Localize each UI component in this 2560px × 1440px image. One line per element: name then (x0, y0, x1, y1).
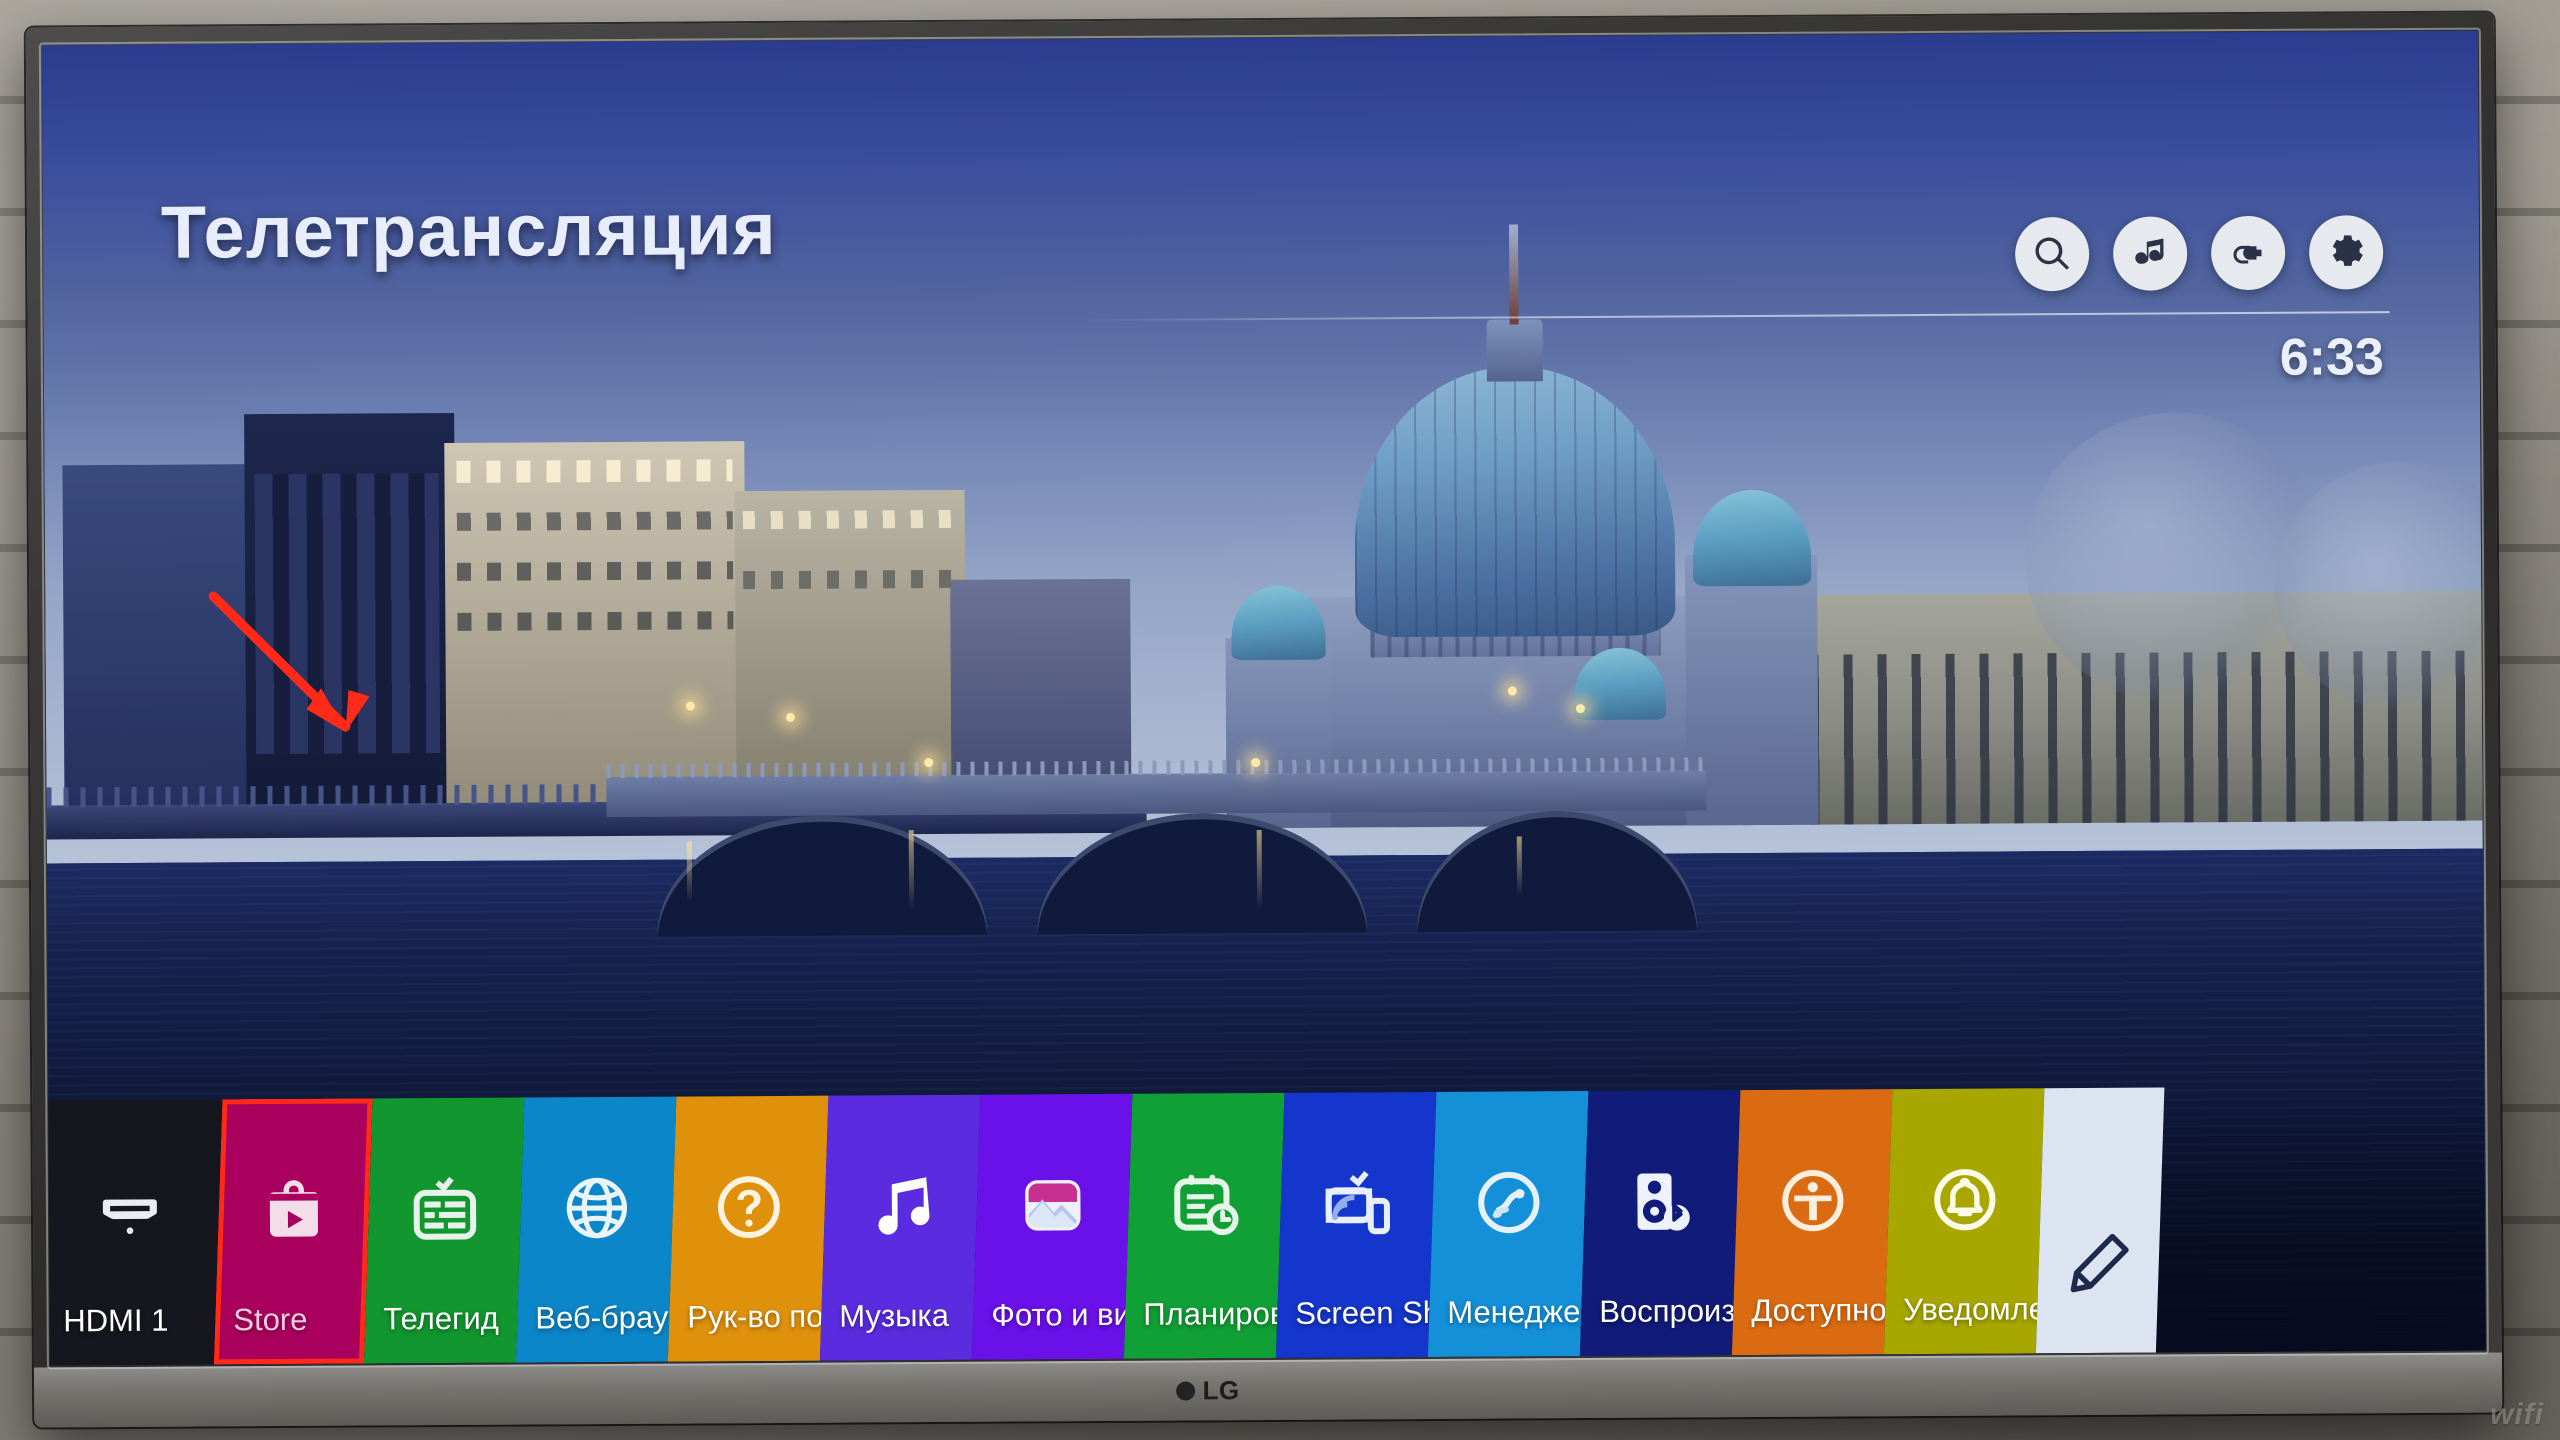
launcher-tile-hdmi-1[interactable]: HDMI 1 (41, 1099, 223, 1366)
accessibility-icon (1776, 1163, 1850, 1237)
launcher-tile-user-guide[interactable]: Рук-во пользователя (667, 1095, 829, 1362)
launcher-tile-web-browser[interactable]: Веб-браузер (515, 1096, 677, 1363)
street-lamp (1507, 686, 1517, 696)
light-reflection (1256, 830, 1263, 911)
cathedral-lantern (1486, 319, 1543, 382)
street-lamp (924, 758, 934, 768)
tv-screen: Телетрансляция 6:33 HDMI 1 Store Телегид… (41, 30, 2486, 1366)
light-reflection (908, 830, 915, 911)
window-strip (742, 509, 957, 530)
launcher-tile-notifications[interactable]: Уведомления (1883, 1088, 2045, 1355)
window-strip (457, 561, 734, 581)
settings-icon[interactable] (2308, 215, 2384, 290)
tv-guide-icon (408, 1172, 482, 1246)
help-circle-icon (712, 1170, 786, 1244)
input-icon[interactable] (2210, 215, 2286, 291)
tv-device: Телетрансляция 6:33 HDMI 1 Store Телегид… (25, 12, 2503, 1428)
launcher-tile-label: Телегид (383, 1300, 499, 1337)
photo-icon (1016, 1168, 1090, 1242)
lg-logo-text: LG (1202, 1374, 1240, 1405)
launcher-tile-label: Доступность (1751, 1292, 1886, 1329)
street-lamp (685, 701, 695, 711)
launcher-tile-store[interactable]: Store (213, 1098, 373, 1365)
launcher-tile-label: Фото и видео (991, 1296, 1126, 1333)
launcher-tile-label: Уведомления (1903, 1291, 2038, 1328)
launcher-tile-label: HDMI 1 (63, 1302, 169, 1339)
tv-bezel: Телетрансляция 6:33 HDMI 1 Store Телегид… (25, 12, 2503, 1428)
scheduler-icon (1168, 1167, 1242, 1241)
window-strip (456, 511, 733, 531)
wifi-watermark: wifi (2490, 1398, 2544, 1431)
bell-icon (1928, 1163, 2002, 1237)
street-lamp (785, 712, 796, 722)
lg-logo: LG (1176, 1374, 1240, 1406)
light-reflection (1516, 836, 1523, 897)
header-actions (2014, 215, 2384, 292)
launcher-tile-sound-out[interactable]: Воспроизведение звука (1579, 1090, 1741, 1357)
pencil-edit-icon (2062, 1227, 2136, 1301)
store-bag-icon (257, 1173, 331, 1247)
globe-icon (560, 1171, 634, 1245)
launcher-tile-label (2036, 1353, 2156, 1354)
window-strip (457, 611, 734, 631)
launcher-tile-label: Screen Share (1295, 1295, 1430, 1331)
launcher-tile-music[interactable]: Музыка (819, 1094, 981, 1361)
launcher-tile-label: Store (233, 1301, 308, 1338)
street-lamp (1575, 704, 1585, 714)
launcher-bar: HDMI 1 Store Телегид Веб-браузер Рук-во … (41, 1085, 2486, 1366)
launcher-tile-accessibility[interactable]: Доступность (1731, 1089, 1893, 1356)
launcher-tile-screen-share[interactable]: Screen Share (1275, 1091, 1437, 1358)
launcher-tile-label: Менеджер подключений (1447, 1294, 1582, 1330)
launcher-tile-label: Планировщик (1143, 1295, 1278, 1332)
launcher-tile-scheduler[interactable]: Планировщик (1123, 1092, 1285, 1359)
page-title: Телетрансляция (160, 186, 777, 274)
launcher-tile-photo-video[interactable]: Фото и видео (971, 1093, 1133, 1360)
bluetooth-speaker-icon (1624, 1164, 1698, 1238)
launcher-tile-connection-manager[interactable]: Менеджер подключений (1427, 1091, 1589, 1358)
music-icon[interactable] (2112, 216, 2188, 291)
launcher-tile-label: Рук-во пользователя (687, 1298, 822, 1335)
launcher-tile-label: Музыка (839, 1297, 950, 1334)
screen-share-icon (1320, 1166, 1394, 1240)
lg-logo-dot (1176, 1380, 1196, 1401)
launcher-tile-label: Веб-браузер (535, 1299, 670, 1336)
bridge-deck (606, 770, 1707, 818)
launcher-tile-tv-guide[interactable]: Телегид (363, 1097, 525, 1364)
cathedral-spire (1508, 224, 1519, 325)
building-left-a (62, 464, 255, 836)
window-strip (456, 459, 733, 483)
launcher-tile-label: Воспроизведение звука (1599, 1293, 1734, 1329)
search-icon[interactable] (2014, 216, 2090, 292)
street-lamp (1251, 758, 1261, 768)
window-strip (254, 473, 441, 755)
clock: 6:33 (2279, 328, 2384, 387)
music-note-icon (864, 1169, 938, 1243)
connection-manager-icon (1472, 1165, 1546, 1239)
launcher-tile-edit[interactable] (2035, 1087, 2165, 1354)
hdmi-icon (93, 1174, 167, 1248)
window-strip (743, 569, 958, 590)
light-reflection (686, 841, 693, 902)
